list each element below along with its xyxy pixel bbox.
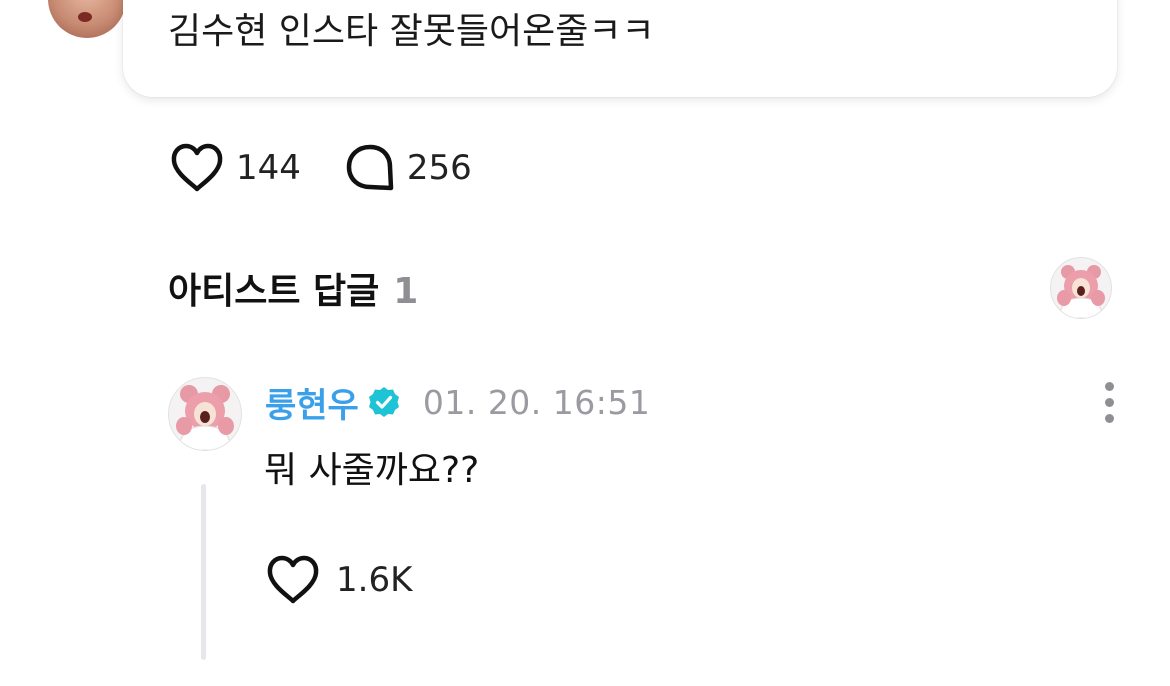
- artist-avatar[interactable]: [1050, 257, 1112, 319]
- comment-count: 256: [406, 148, 472, 188]
- more-options-button[interactable]: [1096, 380, 1124, 424]
- vertical-ellipsis-icon: [1105, 382, 1114, 391]
- like-button[interactable]: 144: [170, 143, 301, 193]
- reply-like-button[interactable]: 1.6K: [266, 554, 412, 606]
- reply-like-count: 1.6K: [336, 560, 413, 600]
- comment-thread-view: 김수현 인스타 잘못들어온줄ㅋㅋ 144 256 아티스트 답글 1 룽현우 0…: [0, 0, 1170, 686]
- post-card: 김수현 인스타 잘못들어온줄ㅋㅋ: [123, 0, 1117, 97]
- post-text: 김수현 인스타 잘못들어온줄ㅋㅋ: [168, 11, 655, 52]
- reply-text: 뭐 사줄까요??: [264, 450, 480, 491]
- reply-meta: 룽현우 01. 20. 16:51: [265, 378, 650, 426]
- avatar-photo-detail: [78, 12, 92, 22]
- artist-replies-count: 1: [393, 271, 419, 312]
- vertical-ellipsis-icon: [1105, 414, 1114, 423]
- vertical-ellipsis-icon: [1105, 398, 1114, 407]
- heart-outline-icon: [171, 143, 223, 192]
- post-author-avatar[interactable]: [48, 0, 126, 38]
- comment-button[interactable]: 256: [345, 143, 472, 193]
- reply-author-name[interactable]: 룽현우: [265, 378, 359, 427]
- verified-check-badge-icon: [368, 387, 399, 417]
- artist-replies-title: 아티스트 답글: [168, 271, 380, 312]
- reply-timestamp: 01. 20. 16:51: [422, 382, 651, 422]
- like-count: 144: [236, 148, 301, 188]
- reply-author-avatar[interactable]: [168, 377, 242, 451]
- pink-bear-costume-avatar: [1057, 265, 1105, 318]
- post-stats: 144 256: [170, 142, 472, 194]
- heart-outline-icon: [267, 555, 319, 604]
- reply-thread-line: [201, 484, 206, 660]
- artist-replies-header: 아티스트 답글 1: [168, 262, 418, 314]
- pink-bear-costume-avatar: [176, 385, 234, 450]
- speech-bubble-outline-icon: [346, 144, 394, 191]
- verified-badge: [367, 385, 401, 419]
